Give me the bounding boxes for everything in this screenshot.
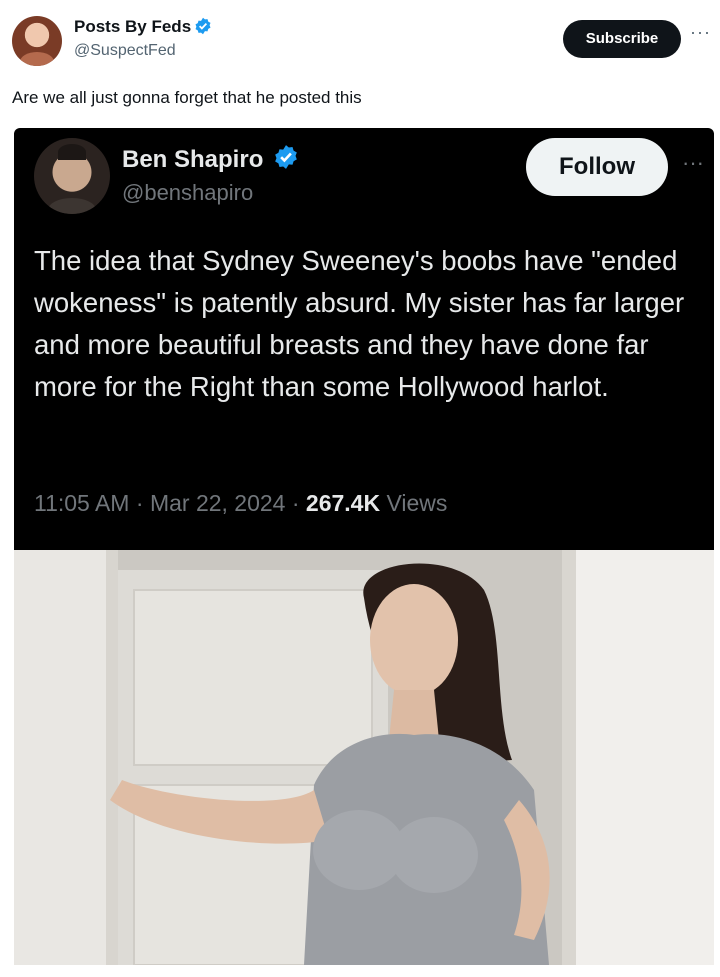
embedded-tweet-meta: 11:05 AM · Mar 22, 2024 · 267.4K Views <box>34 490 447 517</box>
more-dots-icon: ··· <box>682 150 704 175</box>
embedded-author-avatar <box>34 138 110 214</box>
author-avatar[interactable] <box>12 16 62 66</box>
post-header: Posts By Feds @SuspectFed Subscribe ··· <box>0 0 720 80</box>
embedded-tweet-text: The idea that Sydney Sweeney's boobs hav… <box>34 245 685 402</box>
author-name[interactable]: Posts By Feds <box>74 17 191 36</box>
subscribe-button[interactable]: Subscribe <box>563 20 681 58</box>
attached-photo[interactable] <box>14 550 714 965</box>
tweet-time: 11:05 AM <box>34 490 130 516</box>
author-handle[interactable]: @SuspectFed <box>74 42 176 60</box>
verified-badge-icon <box>275 145 297 169</box>
embedded-author-name-row: Ben Shapiro <box>122 144 299 174</box>
meta-separator: · <box>285 490 306 516</box>
verified-badge-icon <box>195 17 211 35</box>
tweet-date: Mar 22, 2024 <box>149 490 286 516</box>
embedded-tweet-screenshot: Ben Shapiro @benshapiro Follow ··· The i… <box>14 128 714 550</box>
follow-button: Follow <box>526 138 668 196</box>
photo-illustration <box>14 550 714 965</box>
views-label: Views <box>386 490 448 516</box>
post-text: Are we all just gonna forget that he pos… <box>12 88 362 107</box>
embedded-author-handle: @benshapiro <box>122 180 254 205</box>
views-count: 267.4K <box>305 490 381 516</box>
more-dots-icon[interactable]: ··· <box>690 22 711 43</box>
meta-separator: · <box>129 490 150 516</box>
embedded-author-name: Ben Shapiro <box>122 146 264 173</box>
author-name-row[interactable]: Posts By Feds <box>74 17 212 37</box>
